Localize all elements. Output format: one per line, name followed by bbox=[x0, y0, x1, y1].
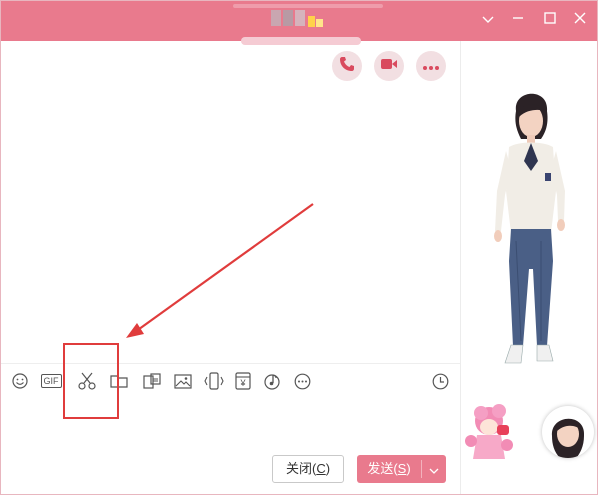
send-button-label: 发送 bbox=[367, 461, 394, 476]
avatar[interactable] bbox=[542, 406, 594, 458]
contact-name-blurred bbox=[283, 10, 293, 26]
video-call-icon bbox=[380, 57, 398, 76]
chevron-down-icon[interactable] bbox=[477, 9, 499, 31]
send-options-dropdown[interactable] bbox=[422, 455, 446, 483]
chat-window: GIF ¥ 关闭(C) 发送(S) bbox=[0, 0, 598, 495]
close-button[interactable]: 关闭(C) bbox=[272, 455, 344, 483]
more-options-icon bbox=[423, 57, 439, 75]
send-shortcut-key: S bbox=[397, 461, 407, 476]
close-shortcut-key: C bbox=[316, 461, 326, 476]
minimize-icon[interactable] bbox=[507, 9, 529, 31]
send-button-main[interactable]: 发送(S) bbox=[357, 455, 421, 483]
title-decoration bbox=[233, 4, 383, 8]
show-sidebar bbox=[460, 41, 597, 494]
red-packet-icon[interactable]: ¥ bbox=[232, 370, 254, 392]
video-call-button[interactable] bbox=[374, 51, 404, 81]
shake-icon[interactable] bbox=[203, 370, 225, 392]
contact-name-blurred bbox=[271, 10, 281, 26]
music-icon[interactable] bbox=[261, 370, 283, 392]
sticker-cartoon-girl bbox=[465, 404, 513, 459]
chevron-down-icon bbox=[429, 462, 439, 477]
annotation-highlight-box bbox=[63, 343, 119, 419]
maximize-icon[interactable] bbox=[539, 9, 561, 31]
close-icon[interactable] bbox=[569, 9, 591, 31]
contact-name-blurred bbox=[295, 10, 305, 26]
image-icon[interactable] bbox=[172, 370, 194, 392]
screenshot-edit-icon[interactable] bbox=[141, 370, 163, 392]
yen-label: ¥ bbox=[240, 378, 246, 388]
avatar-show-figure bbox=[494, 93, 565, 364]
phone-call-icon bbox=[339, 56, 355, 77]
title-bar bbox=[1, 1, 597, 45]
more-icon[interactable] bbox=[291, 370, 313, 392]
history-clock-icon[interactable] bbox=[429, 370, 451, 392]
gif-label: GIF bbox=[40, 374, 62, 388]
message-area[interactable] bbox=[1, 41, 460, 363]
more-options-button[interactable] bbox=[416, 51, 446, 81]
vip-badge-icon bbox=[308, 14, 324, 28]
phone-call-button[interactable] bbox=[332, 51, 362, 81]
close-button-label: 关闭 bbox=[285, 461, 312, 476]
send-button[interactable]: 发送(S) bbox=[357, 455, 446, 483]
emoji-icon[interactable] bbox=[9, 370, 31, 392]
gif-icon[interactable]: GIF bbox=[39, 370, 63, 392]
